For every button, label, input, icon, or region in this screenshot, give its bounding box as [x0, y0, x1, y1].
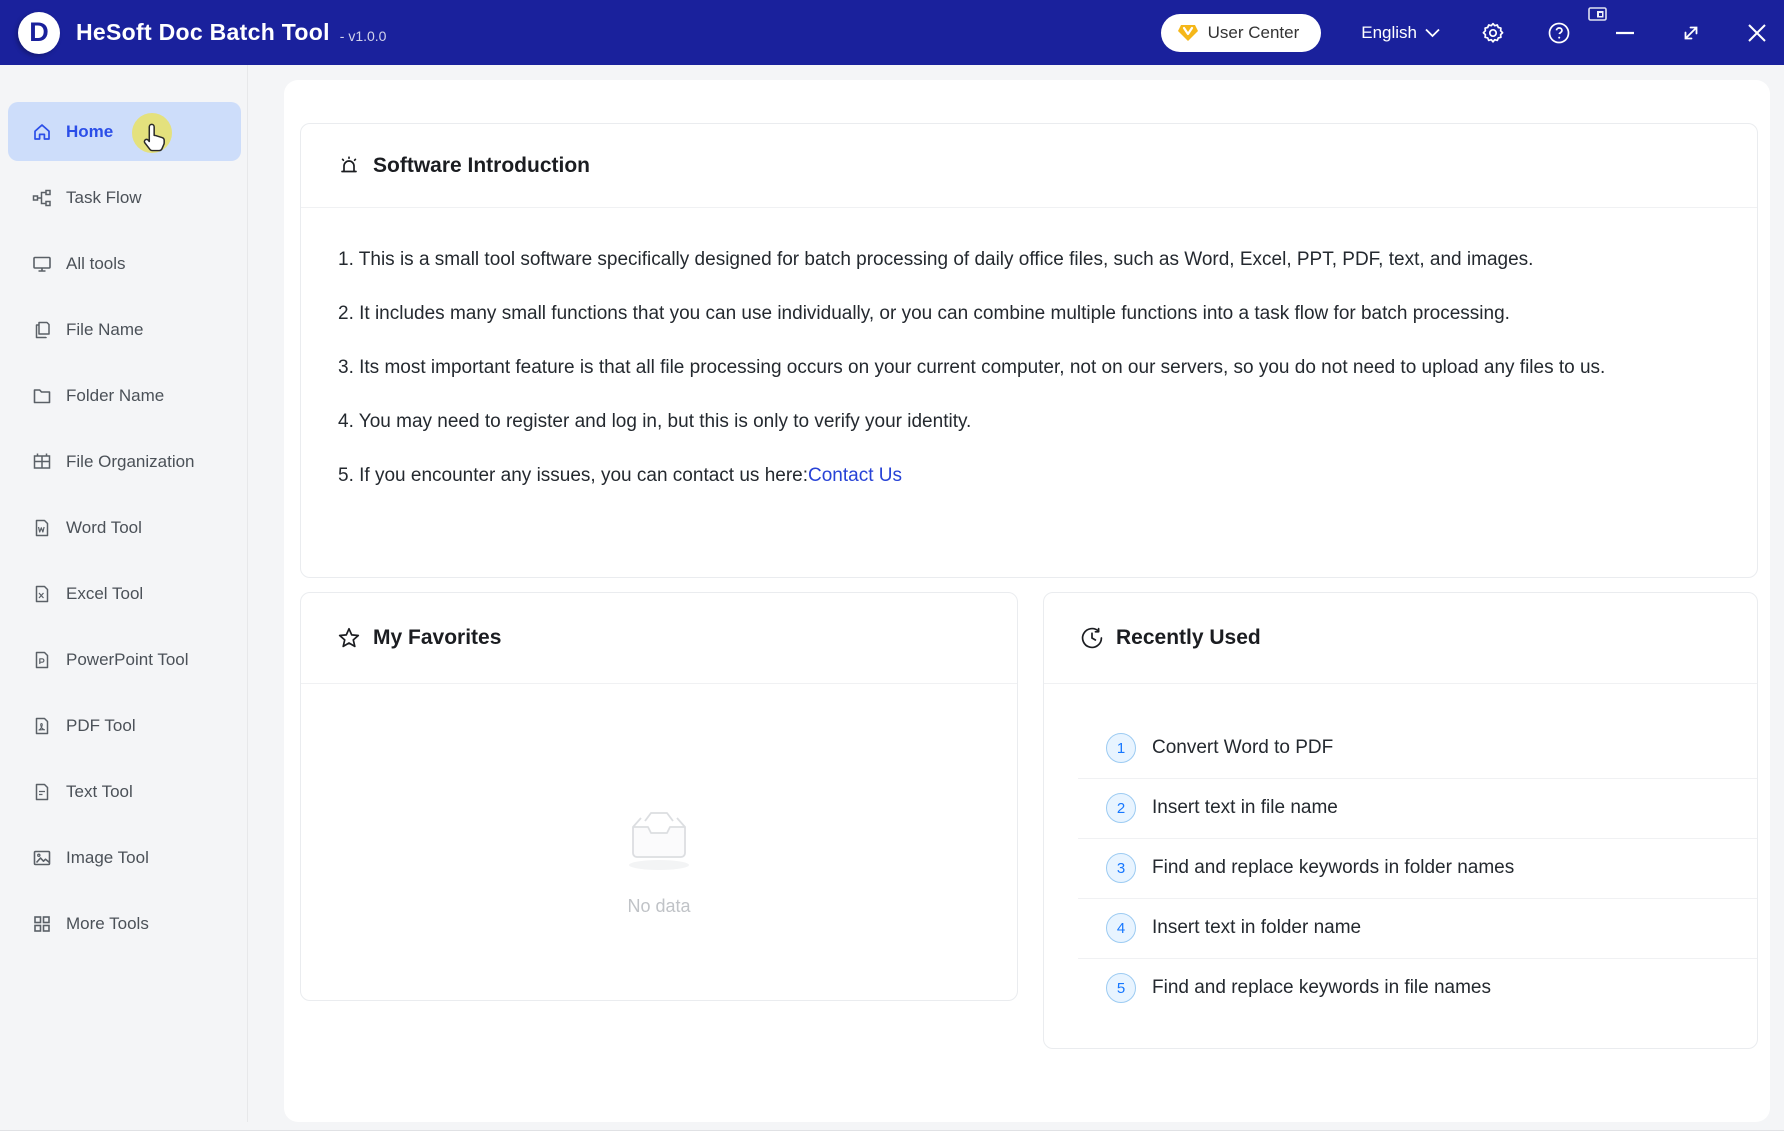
recent-item-label: Insert text in file name	[1152, 797, 1338, 819]
recent-item-label: Insert text in folder name	[1152, 917, 1361, 939]
sidebar-item-file-organization[interactable]: File Organization	[8, 432, 241, 491]
sidebar-item-label: PowerPoint Tool	[66, 650, 189, 670]
sidebar: Home Task Flow	[0, 65, 248, 1122]
settings-button[interactable]	[1480, 20, 1506, 46]
image-tool-icon	[32, 848, 52, 868]
app-version: - v1.0.0	[340, 28, 387, 44]
my-favorites-card: My Favorites No data	[300, 592, 1018, 1001]
word-tool-icon	[32, 518, 52, 538]
sidebar-item-folder-name[interactable]: Folder Name	[8, 366, 241, 425]
title-bar: D HeSoft Doc Batch Tool - v1.0.0 User Ce…	[0, 0, 1784, 65]
empty-box-icon	[621, 807, 697, 878]
card-title: Software Introduction	[373, 154, 590, 178]
intro-line-1: 1. This is a small tool software specifi…	[338, 244, 1717, 276]
powerpoint-tool-icon	[32, 650, 52, 670]
recent-item-5[interactable]: 5 Find and replace keywords in file name…	[1044, 958, 1757, 1018]
sidebar-item-label: Excel Tool	[66, 584, 143, 604]
rank-badge: 5	[1106, 973, 1136, 1003]
language-label: English	[1361, 23, 1417, 43]
folder-name-icon	[32, 386, 52, 406]
sidebar-item-word-tool[interactable]: Word Tool	[8, 498, 241, 557]
card-title: My Favorites	[373, 626, 501, 650]
language-dropdown[interactable]: English	[1361, 23, 1440, 43]
contact-us-link[interactable]: Contact Us	[808, 465, 902, 486]
rank-badge: 4	[1106, 913, 1136, 943]
intro-line-3: 3. Its most important feature is that al…	[338, 352, 1717, 384]
task-flow-icon	[32, 188, 52, 208]
clock-icon	[1080, 626, 1104, 650]
sidebar-item-task-flow[interactable]: Task Flow	[8, 168, 241, 227]
sidebar-item-excel-tool[interactable]: Excel Tool	[8, 564, 241, 623]
user-center-button[interactable]: User Center	[1161, 14, 1322, 52]
user-center-label: User Center	[1208, 23, 1300, 43]
recent-item-3[interactable]: 3 Find and replace keywords in folder na…	[1044, 838, 1757, 898]
gear-icon	[1481, 21, 1505, 45]
file-organization-icon	[32, 452, 52, 472]
intro-line-5: 5. If you encounter any issues, you can …	[338, 460, 1717, 492]
sidebar-item-file-name[interactable]: File Name	[8, 300, 241, 359]
pdf-tool-icon	[32, 716, 52, 736]
intro-line-2: 2. It includes many small functions that…	[338, 298, 1717, 330]
maximize-button[interactable]	[1678, 20, 1704, 46]
sidebar-item-label: Image Tool	[66, 848, 149, 868]
logo-letter: D	[29, 17, 49, 48]
recent-item-label: Find and replace keywords in file names	[1152, 977, 1491, 999]
software-introduction-card: Software Introduction 1. This is a small…	[300, 123, 1758, 578]
sidebar-item-all-tools[interactable]: All tools	[8, 234, 241, 293]
recent-item-1[interactable]: 1 Convert Word to PDF	[1044, 718, 1757, 778]
close-icon	[1747, 23, 1767, 43]
rank-badge: 2	[1106, 793, 1136, 823]
recently-used-list: 1 Convert Word to PDF 2 Insert text in f…	[1044, 684, 1757, 1018]
minimize-button[interactable]	[1612, 20, 1638, 46]
close-button[interactable]	[1744, 20, 1770, 46]
help-button[interactable]	[1546, 20, 1572, 46]
sidebar-item-text-tool[interactable]: Text Tool	[8, 762, 241, 821]
more-tools-icon	[32, 914, 52, 934]
vip-gem-icon	[1177, 23, 1199, 43]
recently-used-card: Recently Used 1 Convert Word to PDF 2 In…	[1043, 592, 1758, 1049]
intro-line-4: 4. You may need to register and log in, …	[338, 406, 1717, 438]
home-icon	[32, 122, 52, 142]
chevron-down-icon	[1425, 28, 1440, 38]
sidebar-item-more-tools[interactable]: More Tools	[8, 894, 241, 953]
software-introduction-text: 1. This is a small tool software specifi…	[301, 208, 1757, 492]
sidebar-item-label: PDF Tool	[66, 716, 136, 736]
rank-badge: 1	[1106, 733, 1136, 763]
text-tool-icon	[32, 782, 52, 802]
mini-window-icon[interactable]	[1588, 7, 1607, 26]
recent-item-label: Convert Word to PDF	[1152, 737, 1333, 759]
file-name-icon	[32, 320, 52, 340]
sidebar-item-pdf-tool[interactable]: PDF Tool	[8, 696, 241, 755]
app-logo: D	[18, 12, 60, 54]
sidebar-item-image-tool[interactable]: Image Tool	[8, 828, 241, 887]
sidebar-item-label: File Name	[66, 320, 143, 340]
recent-item-2[interactable]: 2 Insert text in file name	[1044, 778, 1757, 838]
rank-badge: 3	[1106, 853, 1136, 883]
sidebar-item-label: Word Tool	[66, 518, 142, 538]
sidebar-item-home[interactable]: Home	[8, 102, 241, 161]
excel-tool-icon	[32, 584, 52, 604]
expand-icon	[1680, 22, 1702, 44]
sidebar-item-label: Task Flow	[66, 188, 142, 208]
app-title: HeSoft Doc Batch Tool	[76, 19, 330, 46]
sidebar-item-label: Home	[66, 122, 113, 142]
recent-item-label: Find and replace keywords in folder name…	[1152, 857, 1514, 879]
recent-item-4[interactable]: 4 Insert text in folder name	[1044, 898, 1757, 958]
sidebar-item-label: More Tools	[66, 914, 149, 934]
minimize-icon	[1615, 31, 1635, 35]
card-title: Recently Used	[1116, 626, 1261, 650]
sidebar-item-label: Folder Name	[66, 386, 164, 406]
favorites-empty-state: No data	[301, 684, 1017, 1000]
star-icon	[337, 626, 361, 650]
no-data-label: No data	[627, 896, 690, 917]
sidebar-item-label: All tools	[66, 254, 126, 274]
sidebar-item-powerpoint-tool[interactable]: PowerPoint Tool	[8, 630, 241, 689]
app-window: D HeSoft Doc Batch Tool - v1.0.0 User Ce…	[0, 0, 1784, 1131]
sidebar-item-label: File Organization	[66, 452, 195, 472]
help-icon	[1547, 21, 1571, 45]
sidebar-item-label: Text Tool	[66, 782, 133, 802]
siren-icon	[337, 154, 361, 178]
all-tools-icon	[32, 254, 52, 274]
